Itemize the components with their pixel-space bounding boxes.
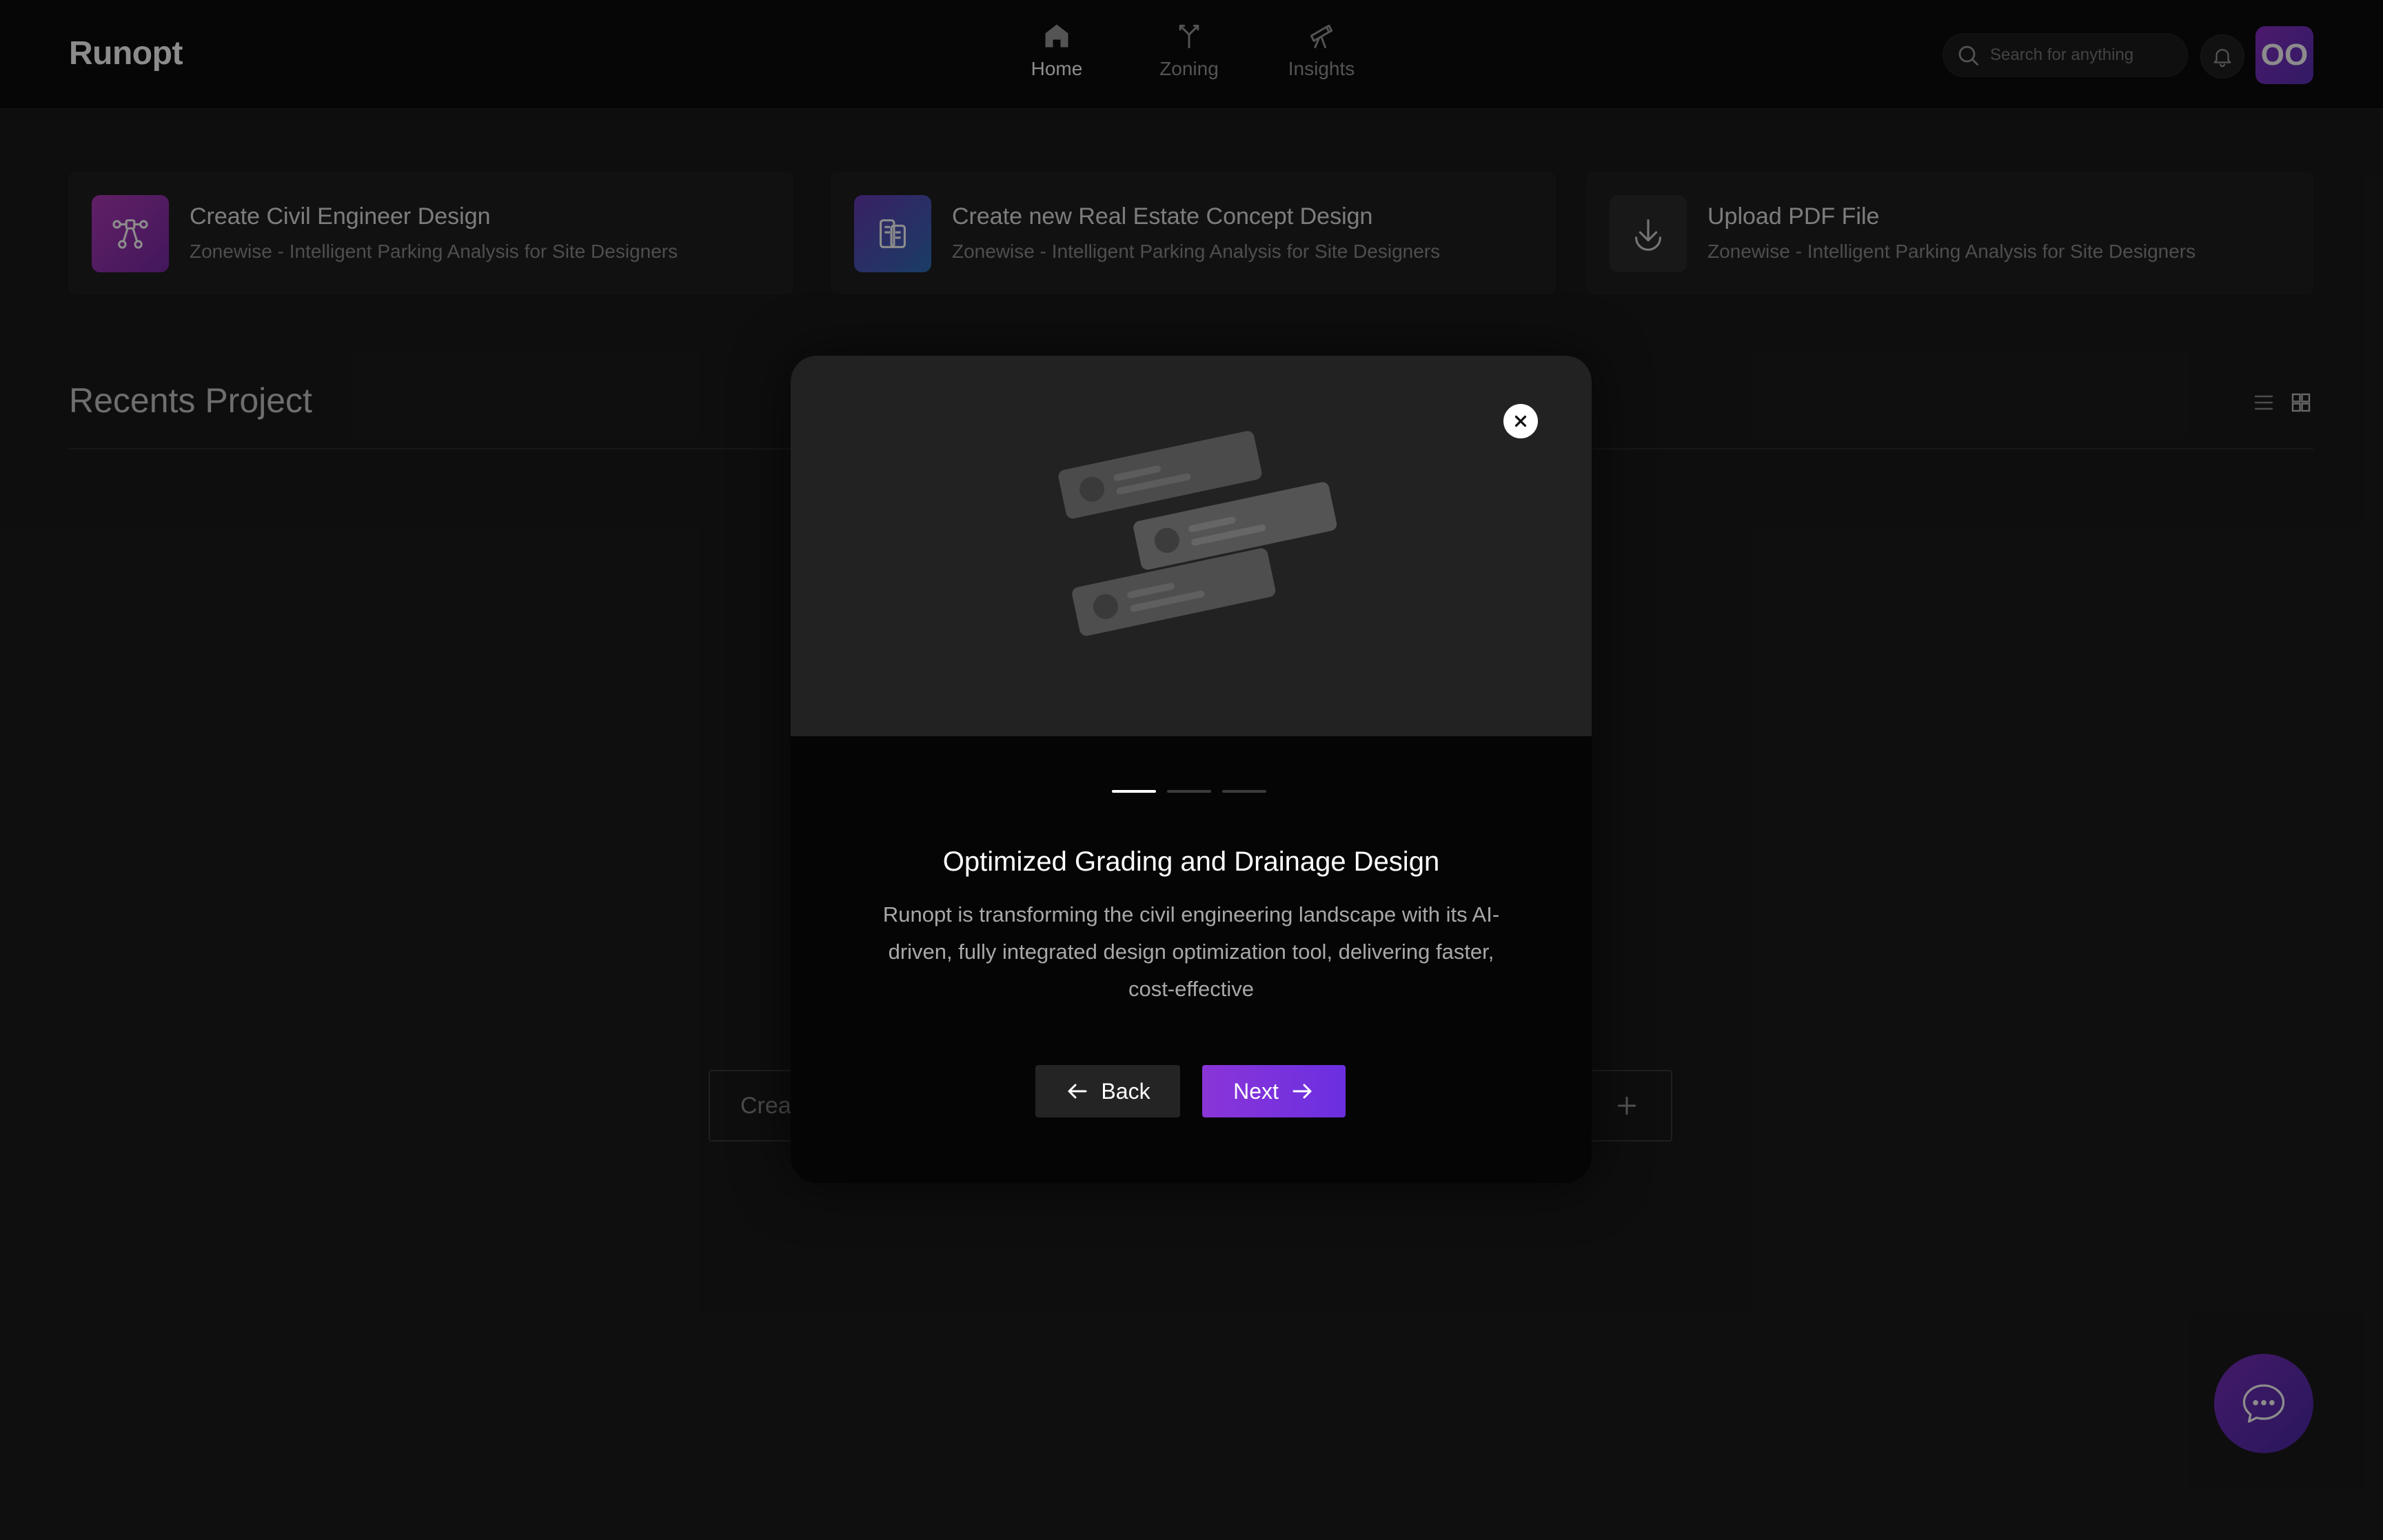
arrow-left-icon: [1068, 1084, 1087, 1099]
modal-hero: [791, 356, 1592, 736]
close-icon: [1514, 415, 1527, 427]
next-button[interactable]: Next: [1202, 1065, 1346, 1117]
step-dot-3[interactable]: [1222, 790, 1266, 793]
app-root: Runopt Home Zoning Insights Search for a…: [0, 0, 2383, 1540]
step-dot-1[interactable]: [1112, 790, 1156, 793]
step-indicator: [1112, 790, 1266, 793]
back-button-label: Back: [1101, 1078, 1150, 1104]
modal-actions: Back Next: [1035, 1065, 1346, 1117]
modal-title: Optimized Grading and Drainage Design: [942, 847, 1440, 877]
arrow-right-icon: [1292, 1084, 1312, 1099]
next-button-label: Next: [1233, 1078, 1279, 1104]
back-button[interactable]: Back: [1035, 1065, 1180, 1117]
message-cards-illustration: [1058, 431, 1337, 636]
modal-description: Runopt is transforming the civil enginee…: [882, 902, 1500, 1001]
close-modal-button[interactable]: [1503, 404, 1538, 438]
step-dot-2[interactable]: [1167, 790, 1211, 793]
onboarding-modal: Optimized Grading and Drainage Design Ru…: [791, 356, 1592, 1183]
